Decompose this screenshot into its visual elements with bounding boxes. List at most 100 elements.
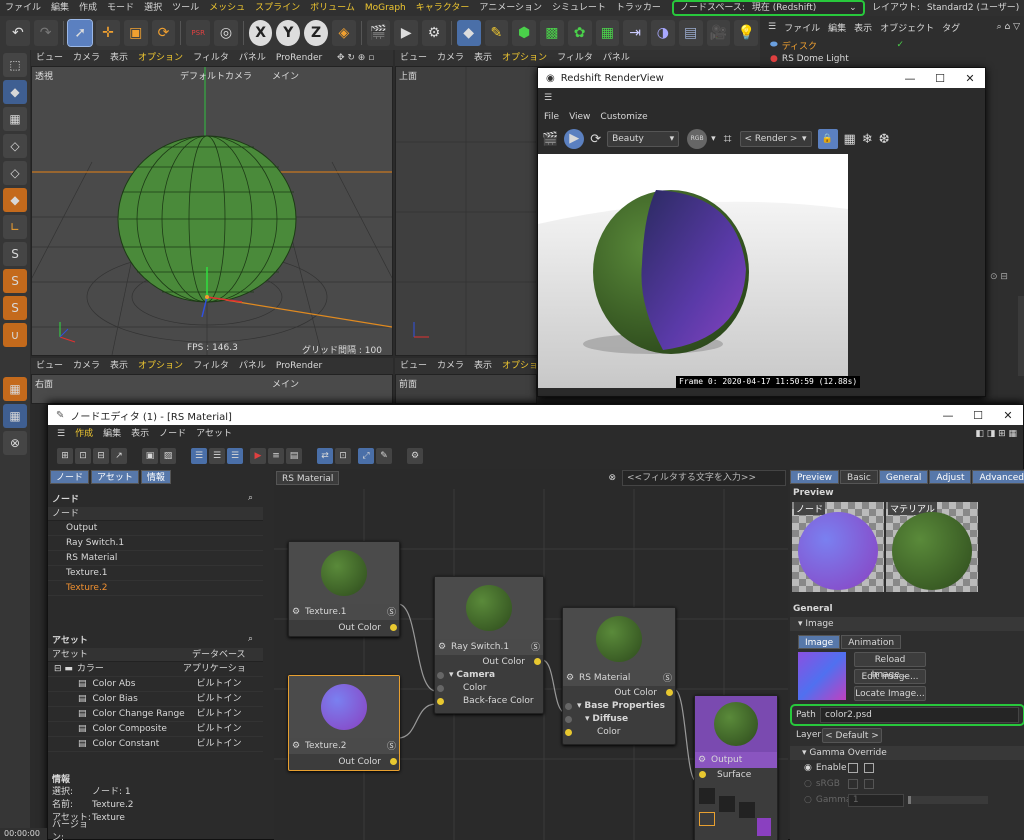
- rv-menu-file[interactable]: File: [544, 112, 569, 122]
- asset-list-item[interactable]: ▤ Color Abs ビルトイン: [48, 677, 263, 692]
- hamburger-icon[interactable]: ☰: [52, 426, 70, 442]
- floor-icon[interactable]: ▤: [678, 20, 703, 46]
- move-tool-icon[interactable]: ✛: [96, 20, 120, 46]
- vp-menu-panel[interactable]: パネル: [234, 50, 271, 66]
- grid-icon[interactable]: ▦: [844, 132, 856, 147]
- group-icon[interactable]: ⊡: [75, 448, 91, 464]
- close-icon[interactable]: ✕: [955, 72, 985, 85]
- select-tool-icon[interactable]: ➚: [67, 19, 94, 47]
- asset-list-item[interactable]: ▤ Color Composite ビルトイン: [48, 722, 263, 737]
- workplane-icon[interactable]: S: [3, 296, 27, 320]
- menu-item[interactable]: 編集: [46, 0, 74, 16]
- attr-nav-icons[interactable]: ⊙ ⊟: [990, 272, 1024, 286]
- vp-menu-camera[interactable]: カメラ: [432, 358, 469, 374]
- gamma-section-toggle[interactable]: ▾ Gamma Override: [790, 746, 1024, 760]
- minimize-icon[interactable]: —: [933, 409, 963, 422]
- render-mode-dropdown[interactable]: < Render > ▾: [739, 131, 812, 147]
- ne-menu-edit[interactable]: 編集: [98, 426, 126, 442]
- menu-item[interactable]: ファイル: [0, 0, 46, 16]
- srgb-checkbox[interactable]: [847, 779, 858, 789]
- grid-icon[interactable]: ▦: [3, 377, 27, 401]
- image-section-toggle[interactable]: ▾ Image: [790, 617, 1024, 631]
- ungroup-icon[interactable]: ⊟: [93, 448, 109, 464]
- vp-menu-prorender[interactable]: ProRender: [271, 358, 327, 374]
- vp-menu-display[interactable]: 表示: [469, 50, 497, 66]
- z-axis-button[interactable]: Z: [304, 20, 328, 46]
- camera-icon[interactable]: 🎥: [706, 20, 731, 46]
- vp-menu-panel[interactable]: パネル: [234, 358, 271, 374]
- node-ray-switch[interactable]: ⚙ Ray Switch.1 Ⓢ Out Color ▾ Camera Colo…: [434, 576, 544, 714]
- coordinate-system-icon[interactable]: ◈: [331, 20, 356, 46]
- input-port[interactable]: [437, 698, 444, 705]
- maximize-icon[interactable]: ☐: [925, 72, 955, 85]
- menu-item[interactable]: シミュレート: [547, 0, 611, 16]
- snowflake-icon[interactable]: ❄: [862, 132, 873, 147]
- node-output[interactable]: ⚙ Output Surface: [694, 695, 778, 840]
- axis-mode-icon[interactable]: ∟: [3, 215, 27, 239]
- crop-icon[interactable]: ⌗: [724, 131, 732, 147]
- layout-c-icon[interactable]: ☰: [227, 448, 243, 464]
- node-graph-area[interactable]: RS Material ⊗ <<フィルタする文字を入力>> ⚙ Texture.…: [274, 469, 788, 840]
- cube-icon[interactable]: ◆: [456, 20, 481, 46]
- layout-b-icon[interactable]: ☰: [209, 448, 225, 464]
- input-port[interactable]: [437, 672, 444, 679]
- table-icon[interactable]: ▤: [286, 448, 302, 464]
- vp-menu-display[interactable]: 表示: [469, 358, 497, 374]
- layout-selector[interactable]: レイアウト: Standard2 (ユーザー): [872, 0, 1019, 16]
- menu-item[interactable]: スプライン: [250, 0, 305, 16]
- asset-folder-row[interactable]: ⊟ ▬ カラー アプリケーショ: [48, 662, 263, 677]
- graph-breadcrumb[interactable]: RS Material: [276, 471, 340, 485]
- tab-image[interactable]: Image: [798, 635, 841, 649]
- vp-menu-view[interactable]: ビュー: [395, 358, 432, 374]
- points-mode-icon[interactable]: ◇: [3, 134, 27, 158]
- y-axis-button[interactable]: Y: [276, 20, 301, 46]
- tab-advanced[interactable]: Advanced: [972, 470, 1024, 484]
- lock-grid-icon[interactable]: ▦: [3, 404, 27, 428]
- nodespace-selector[interactable]: ノードスペース: 現在 (Redshift) ⌄: [672, 0, 865, 16]
- radio-icon[interactable]: ○: [804, 795, 812, 805]
- rv-menu-view[interactable]: View: [569, 112, 600, 122]
- vp-menu-camera[interactable]: カメラ: [432, 50, 469, 66]
- live-select-icon[interactable]: ◎: [214, 20, 238, 46]
- menu-item[interactable]: アニメーション: [474, 0, 547, 16]
- magnet-icon[interactable]: ∪: [3, 323, 27, 347]
- viewport-canvas[interactable]: 前面: [395, 374, 537, 404]
- search-icon[interactable]: ⌕: [248, 634, 253, 644]
- check-icon[interactable]: ✓: [896, 40, 904, 50]
- cloner-icon[interactable]: ✿: [567, 20, 592, 46]
- gamma-slider[interactable]: [907, 796, 988, 804]
- vp-menu-view[interactable]: ビュー: [395, 50, 432, 66]
- enable-checkbox-alt[interactable]: [863, 763, 874, 773]
- tab-adjust[interactable]: Adjust: [929, 470, 972, 484]
- input-port[interactable]: [565, 716, 572, 723]
- frame-icon[interactable]: ⊡: [335, 448, 351, 464]
- minimize-icon[interactable]: —: [895, 72, 925, 85]
- viewport-canvas[interactable]: 透視 デフォルトカメラ メイン FPS : 146.3 グリッド間隔 : 100…: [31, 53, 393, 366]
- redo-icon[interactable]: ↷: [33, 20, 58, 46]
- vp-menu-view[interactable]: ビュー: [31, 358, 68, 374]
- render-view-icon[interactable]: ▶: [394, 20, 419, 46]
- tab-preview[interactable]: Preview: [790, 470, 840, 484]
- srgb-checkbox-alt[interactable]: [863, 779, 874, 789]
- ne-menu-create[interactable]: 作成: [70, 426, 98, 442]
- arrange-icon[interactable]: ↗: [111, 448, 127, 464]
- search-icon[interactable]: ⌕: [248, 493, 253, 503]
- node-texture-1[interactable]: ⚙ Texture.1 Ⓢ Out Color: [288, 541, 400, 637]
- subdivision-icon[interactable]: ⬢: [512, 20, 537, 46]
- edit-image-button[interactable]: Edit Image...: [854, 669, 926, 684]
- om-menu-edit[interactable]: 編集: [824, 21, 850, 34]
- gamma-slider-handle[interactable]: [907, 796, 911, 804]
- search-icon[interactable]: ⌕ ⌂ ▽: [997, 22, 1024, 32]
- menu-item[interactable]: キャラクター: [411, 0, 475, 16]
- new-node-icon[interactable]: ⊞: [57, 448, 73, 464]
- edges-mode-icon[interactable]: ◇: [3, 161, 27, 185]
- rotate-tool-icon[interactable]: ⟳: [151, 20, 176, 46]
- settings-icon[interactable]: ⚙: [407, 448, 423, 464]
- layout-a-icon[interactable]: ☰: [191, 448, 207, 464]
- polygons-mode-icon[interactable]: ◆: [3, 188, 27, 212]
- snowflake-settings-icon[interactable]: ❆: [879, 132, 890, 147]
- node-texture-2[interactable]: ⚙ Texture.2 Ⓢ Out Color: [288, 675, 400, 771]
- menu-item[interactable]: 作成: [74, 0, 102, 16]
- output-port[interactable]: [534, 658, 541, 665]
- menu-item[interactable]: モード: [102, 0, 139, 16]
